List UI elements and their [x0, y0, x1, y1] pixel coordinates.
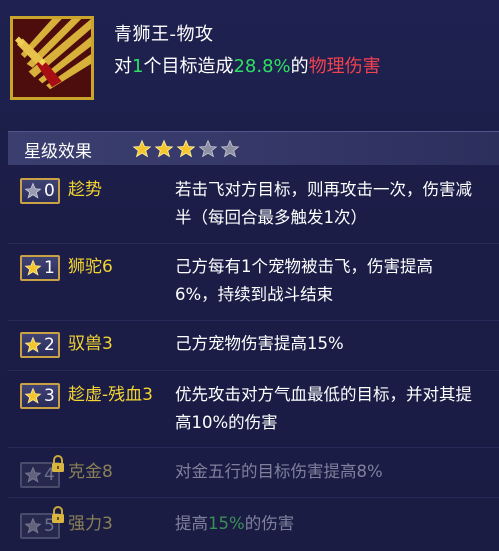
star-filled-icon	[176, 139, 196, 158]
divider	[8, 243, 499, 244]
level-number: 0	[44, 181, 55, 201]
sword-icon	[13, 19, 91, 97]
divider	[8, 447, 499, 448]
perk-name: 趁势	[68, 180, 102, 200]
damage-percent: 28.8%	[233, 56, 291, 77]
divider	[8, 320, 499, 321]
star-gold-icon	[24, 387, 42, 404]
level-badge: 0	[20, 178, 60, 204]
star-gray-icon	[24, 466, 42, 483]
lock-icon	[52, 506, 64, 523]
perk-description: 己方宠物伤害提高15%	[175, 334, 344, 353]
star-rating	[132, 139, 240, 159]
star-gray-icon	[24, 182, 42, 199]
perk-description: 优先攻击对方气血最低的目标，并对其提高10%的伤害	[175, 385, 472, 432]
star-gray-icon	[24, 517, 42, 534]
skill-tooltip: 青狮王-物攻 对1个目标造成28.8%的物理伤害 星级效果 0 趁势 若击飞对方…	[0, 0, 499, 551]
skill-icon	[10, 16, 94, 100]
perk-name: 驭兽3	[68, 334, 113, 354]
perk-description: 若击飞对方目标，则再攻击一次，伤害减半（每回合最多触发1次）	[175, 180, 472, 227]
divider	[8, 497, 499, 498]
star-gold-icon	[24, 336, 42, 353]
level-number: 2	[44, 335, 55, 355]
desc-prefix: 对	[114, 56, 132, 77]
level-number: 3	[44, 386, 55, 406]
desc-of: 的	[290, 56, 309, 77]
perk-description: 对金五行的目标伤害提高8%	[175, 462, 383, 481]
star-filled-icon	[132, 139, 152, 158]
level-number: 1	[44, 258, 55, 278]
level-badge: 2	[20, 332, 60, 358]
skill-name: 青狮王-物攻	[114, 24, 214, 45]
desc-prefix: 提高	[175, 514, 208, 533]
desc-suffix: 的伤害	[244, 514, 295, 533]
divider	[8, 370, 499, 371]
perk-description: 提高15%的伤害	[175, 510, 475, 538]
star-filled-icon	[154, 139, 174, 158]
perk-name: 强力3	[68, 514, 113, 534]
star-effects-title: 星级效果	[24, 142, 92, 162]
target-count: 1	[132, 56, 144, 77]
star-empty-icon	[198, 139, 218, 158]
skill-description: 对1个目标造成28.8%的物理伤害	[114, 52, 381, 78]
level-badge: 3	[20, 383, 60, 409]
desc-mid: 个目标造成	[143, 56, 234, 77]
lock-icon	[52, 455, 64, 472]
perk-name: 狮驼6	[68, 257, 113, 277]
damage-type: 物理伤害	[308, 56, 381, 77]
perk-description: 己方每有1个宠物被击飞，伤害提高6%，持续到战斗结束	[175, 257, 433, 304]
perk-name: 趁虚-残血3	[68, 385, 153, 405]
level-badge: 1	[20, 255, 60, 281]
desc-value: 15%	[208, 514, 245, 533]
star-gold-icon	[24, 259, 42, 276]
star-effects-header: 星级效果	[8, 131, 499, 165]
star-empty-icon	[220, 139, 240, 158]
perk-name: 克金8	[68, 462, 113, 482]
